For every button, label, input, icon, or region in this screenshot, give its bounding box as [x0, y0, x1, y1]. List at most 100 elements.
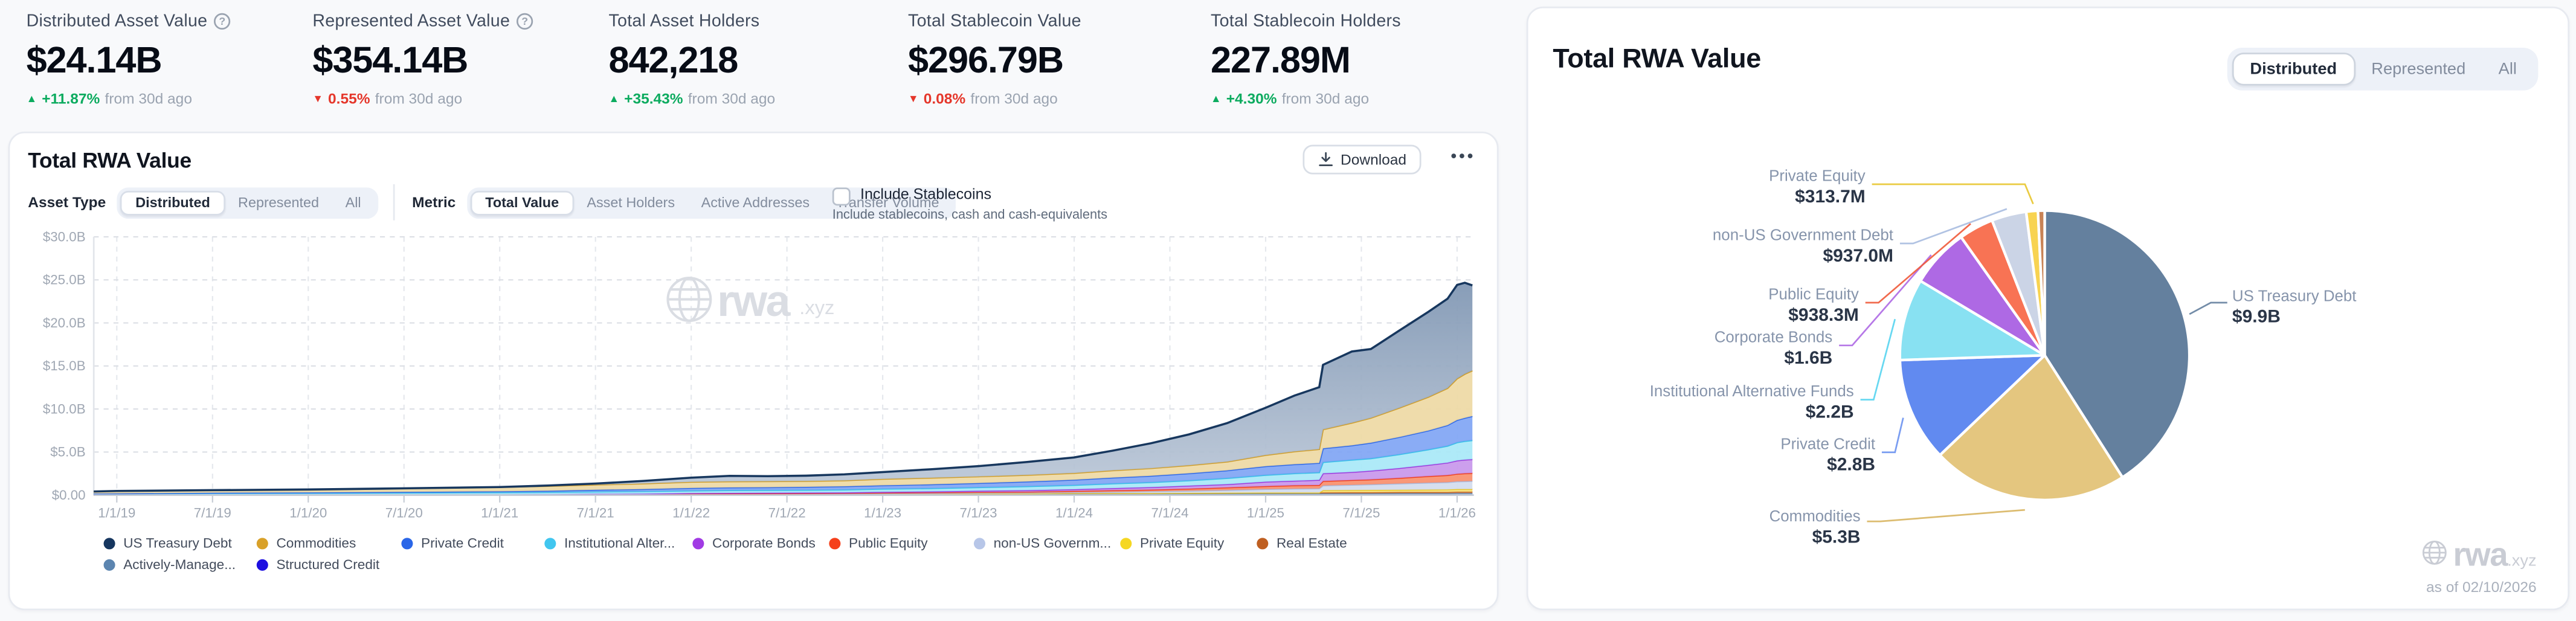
- svg-text:1/1/20: 1/1/20: [289, 505, 327, 520]
- svg-text:1/1/22: 1/1/22: [672, 505, 710, 520]
- dashboard: Distributed Asset Value ? $24.14B ▲ +11.…: [0, 0, 2576, 621]
- legend-dot-icon: [257, 537, 268, 549]
- stat-delta: ▲ +35.43% from 30d ago: [608, 91, 775, 107]
- legend-dot-icon: [104, 537, 115, 549]
- legend-dot-icon: [544, 537, 556, 549]
- total-rwa-value-chart-card: Total RWA Value Download ••• Asset Type …: [8, 132, 1499, 610]
- as-of-date: as of 02/10/2026: [2426, 579, 2537, 595]
- svg-text:$25.0B: $25.0B: [43, 272, 86, 288]
- stat-value: $296.79B: [908, 39, 1081, 82]
- stat-value: $24.14B: [27, 39, 231, 82]
- legend-dot-icon: [104, 558, 115, 570]
- legend-item: Corporate Bonds: [692, 535, 829, 551]
- stat-delta: ▼ 0.08% from 30d ago: [908, 91, 1081, 107]
- svg-text:$10.0B: $10.0B: [43, 401, 86, 416]
- legend-dot-icon: [692, 537, 704, 549]
- pie-label-public-equity: Public Equity$938.3M: [1768, 285, 1859, 327]
- svg-text:7/1/22: 7/1/22: [768, 505, 806, 520]
- legend-item: non-US Governm...: [974, 535, 1120, 551]
- stat-delta: ▲ +11.87% from 30d ago: [27, 91, 231, 107]
- svg-text:1/1/21: 1/1/21: [481, 505, 518, 520]
- asset-type-option-distributed[interactable]: Distributed: [121, 190, 225, 214]
- legend-item: Commodities: [257, 535, 402, 551]
- download-icon: [1318, 152, 1334, 168]
- legend-row-1: US Treasury DebtCommoditiesPrivate Credi…: [104, 535, 1376, 551]
- rwa-stacked-area-chart[interactable]: rwa .xyz 1/1/19 7/1/19 1/1/20 7/1/20 1/1/21 7/1…: [10, 224, 1500, 529]
- svg-text:7/1/21: 7/1/21: [577, 505, 614, 520]
- pie-label-corporate-bonds: Corporate Bonds$1.6B: [1715, 327, 1833, 370]
- legend-dot-icon: [257, 558, 268, 570]
- pie-label-non-us-government-debt: non-US Government Debt$937.0M: [1713, 225, 1893, 268]
- help-icon[interactable]: ?: [517, 13, 533, 30]
- include-stablecoins-checkbox[interactable]: [832, 187, 851, 205]
- delta-arrow-icon: ▲: [608, 93, 619, 105]
- download-button[interactable]: Download: [1302, 145, 1421, 175]
- legend-dot-icon: [401, 537, 413, 549]
- rwa-xyz-watermark: [668, 278, 710, 321]
- stat-represented-asset-value: Represented Asset Value ? $354.14B ▼ 0.5…: [312, 11, 533, 107]
- globe-icon: [2422, 539, 2449, 566]
- delta-arrow-icon: ▼: [312, 93, 323, 105]
- legend-item: Private Equity: [1120, 535, 1257, 551]
- legend-item: Institutional Alter...: [544, 535, 692, 551]
- stat-label: Distributed Asset Value: [27, 11, 208, 31]
- svg-text:$30.0B: $30.0B: [43, 229, 86, 244]
- svg-text:1/1/24: 1/1/24: [1055, 505, 1093, 520]
- svg-text:.xyz: .xyz: [799, 296, 834, 318]
- rwa-xyz-watermark: rwa .xyz: [2422, 538, 2537, 576]
- metric-option-total-value[interactable]: Total Value: [471, 190, 574, 214]
- include-stablecoins-sublabel: Include stablecoins, cash and cash-equiv…: [832, 207, 1107, 222]
- stat-label: Total Stablecoin Value: [908, 11, 1081, 31]
- legend-item: Structured Credit: [257, 556, 454, 572]
- legend-item: Real Estate: [1257, 535, 1375, 551]
- svg-text:7/1/25: 7/1/25: [1342, 505, 1380, 520]
- asset-type-toggle: Distributed Represented All: [117, 187, 378, 218]
- stat-delta: ▼ 0.55% from 30d ago: [312, 91, 533, 107]
- svg-text:rwa: rwa: [717, 275, 791, 326]
- stat-label: Total Stablecoin Holders: [1211, 11, 1401, 31]
- stat-value: 842,218: [608, 39, 775, 82]
- asset-type-option-all[interactable]: All: [332, 190, 375, 214]
- stat-value: 227.89M: [1211, 39, 1401, 82]
- pie-label-institutional-alternative-funds: Institutional Alternative Funds$2.2B: [1650, 382, 1854, 425]
- delta-arrow-icon: ▼: [908, 93, 919, 105]
- legend-dot-icon: [829, 537, 840, 549]
- stat-total-stablecoin-value: Total Stablecoin Value $296.79B ▼ 0.08% …: [908, 11, 1081, 107]
- legend-dot-icon: [974, 537, 985, 549]
- svg-text:$20.0B: $20.0B: [43, 315, 86, 330]
- metric-option-active-addresses[interactable]: Active Addresses: [688, 190, 823, 214]
- card-title: Total RWA Value: [28, 148, 192, 173]
- chart-legend: US Treasury DebtCommoditiesPrivate Credi…: [104, 535, 1376, 578]
- stat-total-asset-holders: Total Asset Holders 842,218 ▲ +35.43% fr…: [608, 11, 775, 107]
- legend-row-2: Actively-Manage...Structured Credit: [104, 556, 1376, 572]
- asset-type-label: Asset Type: [28, 194, 106, 210]
- pie-label-private-credit: Private Credit$2.8B: [1780, 434, 1875, 477]
- legend-item: US Treasury Debt: [104, 535, 257, 551]
- svg-text:$15.0B: $15.0B: [43, 358, 86, 373]
- svg-text:1/1/19: 1/1/19: [98, 505, 135, 520]
- legend-dot-icon: [1120, 537, 1132, 549]
- legend-item: Public Equity: [829, 535, 974, 551]
- metric-label: Metric: [412, 194, 456, 210]
- rwa-pie-chart[interactable]: [1528, 8, 2571, 612]
- more-options-button[interactable]: •••: [1451, 148, 1476, 166]
- stat-delta: ▲ +4.30% from 30d ago: [1211, 91, 1401, 107]
- svg-text:1/1/25: 1/1/25: [1247, 505, 1284, 520]
- pie-label-us-treasury-debt: US Treasury Debt$9.9B: [2232, 286, 2357, 329]
- metric-option-asset-holders[interactable]: Asset Holders: [574, 190, 688, 214]
- delta-arrow-icon: ▲: [1211, 93, 1222, 105]
- svg-text:1/1/26: 1/1/26: [1438, 505, 1476, 520]
- total-rwa-value-pie-card: Total RWA Value Distributed Represented …: [1527, 7, 2569, 610]
- asset-type-option-represented[interactable]: Represented: [225, 190, 332, 214]
- include-stablecoins-label: Include Stablecoins: [860, 186, 991, 202]
- svg-text:7/1/20: 7/1/20: [385, 505, 423, 520]
- stat-label: Total Asset Holders: [608, 11, 759, 31]
- help-icon[interactable]: ?: [214, 13, 230, 30]
- svg-text:7/1/19: 7/1/19: [194, 505, 231, 520]
- stat-total-stablecoin-holders: Total Stablecoin Holders 227.89M ▲ +4.30…: [1211, 11, 1401, 107]
- svg-text:7/1/23: 7/1/23: [960, 505, 997, 520]
- svg-text:7/1/24: 7/1/24: [1151, 505, 1188, 520]
- svg-text:$0.00: $0.00: [52, 487, 86, 503]
- divider: [392, 184, 394, 220]
- legend-dot-icon: [1257, 537, 1268, 549]
